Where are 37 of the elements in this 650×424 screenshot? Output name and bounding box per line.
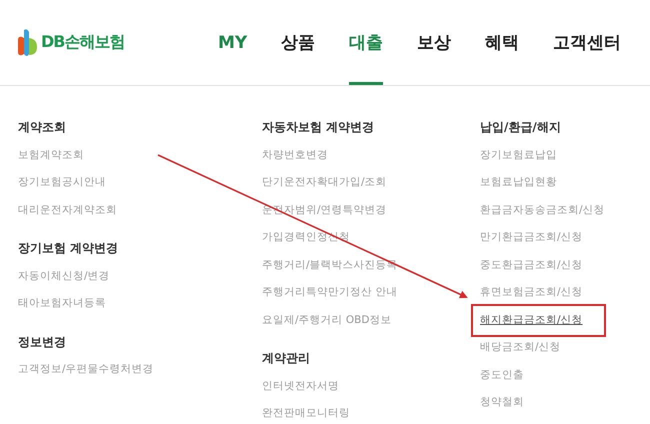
menu-link[interactable]: 청약철회 xyxy=(480,389,524,416)
menu-link[interactable]: 배당금조회/신청 xyxy=(480,334,561,362)
logo-text: DB손해보험 xyxy=(41,32,124,53)
nav-tab[interactable]: 보상 xyxy=(417,0,452,85)
nav-tab[interactable]: 혜택 xyxy=(485,0,520,85)
menu-heading: 자동차보험 계약변경 xyxy=(262,119,374,136)
logo-icon xyxy=(18,28,38,58)
menu-link[interactable]: 중도인출 xyxy=(480,362,524,389)
menu-heading: 정보변경 xyxy=(18,334,66,350)
menu-link[interactable]: 중도환급금조회/신청 xyxy=(480,252,583,279)
menu-link[interactable]: 완전판매모니터링 xyxy=(262,400,350,424)
menu-link[interactable]: 환급금자동송금조회/신청 xyxy=(480,196,605,224)
menu-link[interactable]: 장기보험료납입 xyxy=(480,142,557,169)
menu-heading: 계약조회 xyxy=(18,119,66,136)
menu-link[interactable]: 단기운전자확대가입/조회 xyxy=(262,169,387,196)
menu-link[interactable]: 휴면보험금조회/신청 xyxy=(480,279,583,306)
menu-link[interactable]: 보험료납입현황 xyxy=(480,169,557,196)
menu-link[interactable]: 고객정보/우편물수령처변경 xyxy=(18,356,154,384)
menu-heading: 계약관리 xyxy=(262,350,310,367)
nav-tab[interactable]: 상품 xyxy=(281,0,316,85)
menu-link[interactable]: 차량번호변경 xyxy=(262,142,328,169)
nav-tab[interactable]: 대출 xyxy=(349,0,384,85)
menu-link[interactable]: 태아보험자녀등록 xyxy=(18,290,106,318)
menu-link[interactable]: 요일제/주행거리 OBD정보 xyxy=(262,306,392,334)
menu-link[interactable]: 장기보험공시안내 xyxy=(18,169,106,196)
menu-link[interactable]: 만기환급금조회/신청 xyxy=(480,224,583,252)
menu-heading: 납입/환급/해지 xyxy=(480,119,561,136)
nav-tab[interactable]: 고객센터 xyxy=(553,0,622,85)
menu-link[interactable]: 인터넷전자서명 xyxy=(262,372,339,400)
menu-link[interactable]: 보험계약조회 xyxy=(18,142,84,169)
menu-link[interactable]: 자동이체신청/변경 xyxy=(18,262,110,290)
nav-tab[interactable]: MY xyxy=(218,0,248,85)
menu-link[interactable]: 해지환급금조회/신청 xyxy=(474,306,603,334)
menu-link[interactable]: 주행거리/블랙박스사진등록 xyxy=(262,252,398,279)
menu-link[interactable]: 주행거리특약만기정산 안내 xyxy=(262,279,398,306)
menu-link[interactable]: 대리운전자계약조회 xyxy=(18,196,117,224)
menu-heading: 장기보험 계약변경 xyxy=(18,240,118,257)
